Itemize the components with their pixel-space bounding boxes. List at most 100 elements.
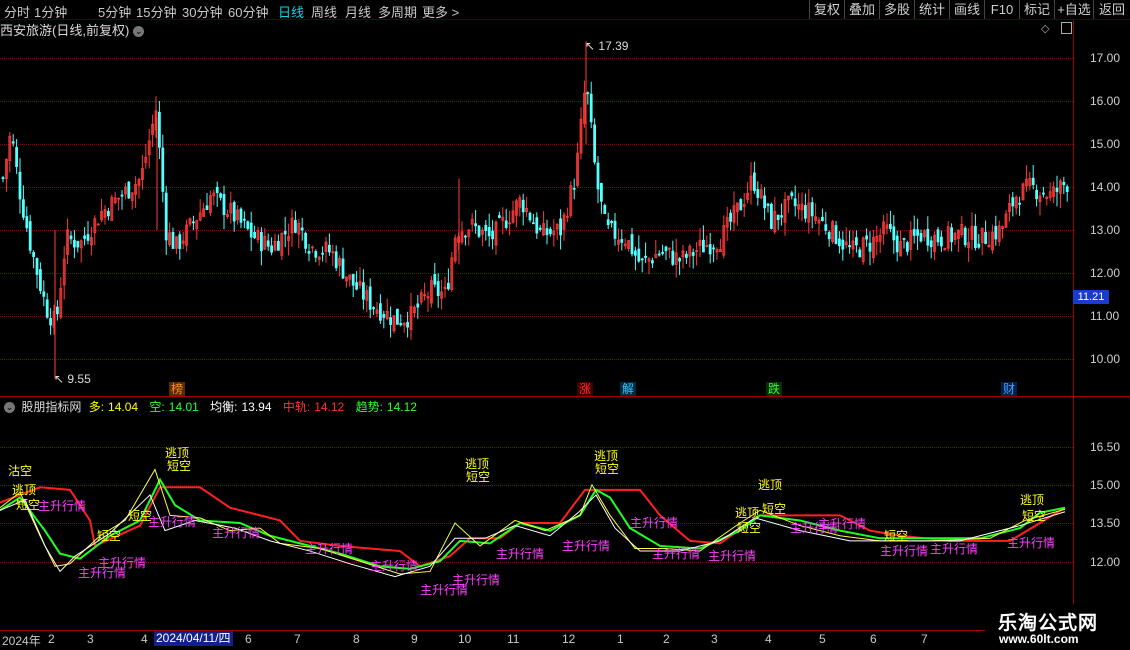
candle-body	[538, 227, 542, 230]
candle-body	[940, 236, 943, 247]
candle-body	[395, 308, 399, 325]
f10-button[interactable]: F10	[984, 0, 1019, 19]
period-tab-1min[interactable]: 1分钟	[34, 2, 67, 21]
candle-body	[266, 240, 270, 247]
event-marker-list[interactable]: 榜	[169, 382, 186, 396]
candle-body	[589, 93, 593, 123]
candle-body	[630, 234, 634, 255]
candle-body	[834, 225, 838, 244]
period-tab-5min[interactable]: 5分钟	[98, 2, 131, 21]
candle-body	[1018, 202, 1021, 205]
candle-body	[270, 245, 274, 253]
period-tab-intraday[interactable]: 分时	[4, 2, 30, 21]
candle-body	[416, 303, 420, 308]
period-tab-daily[interactable]: 日线	[278, 2, 304, 21]
candle-body	[766, 203, 770, 206]
candle-body	[178, 234, 182, 249]
candle-body	[497, 215, 501, 218]
candle-body	[929, 240, 933, 248]
candle-body	[586, 92, 590, 95]
candle-body	[341, 258, 345, 279]
candle-body	[161, 147, 165, 192]
candle-body	[895, 235, 899, 253]
event-marker-unlock[interactable]: 解	[620, 382, 637, 396]
candle-body	[399, 323, 403, 326]
signal-sell: 沽空	[8, 464, 33, 478]
period-tab-60min[interactable]: 60分钟	[228, 2, 268, 21]
x-axis-label: 9	[411, 632, 418, 646]
signal-short: 短空	[466, 470, 491, 484]
candle-body	[56, 306, 59, 315]
period-tab-15min[interactable]: 15分钟	[136, 2, 176, 21]
candle-body	[963, 227, 967, 246]
candle-body	[702, 239, 705, 253]
signal-main-rise: 主升行情	[880, 544, 929, 558]
candle-body	[739, 199, 743, 211]
candle-body	[86, 234, 90, 241]
high-price-label: ↖ 17.39	[585, 39, 629, 53]
candle-body	[120, 194, 124, 197]
overlay-button[interactable]: 叠加	[844, 0, 879, 19]
signal-main-rise: 主升行情	[148, 515, 197, 529]
signal-main-rise: 主升行情	[652, 547, 701, 561]
watermark-name: 乐淘公式网	[998, 613, 1099, 634]
candle-body	[678, 258, 681, 262]
candle-body	[436, 281, 440, 296]
restore-rights-button[interactable]: 复权	[809, 0, 844, 19]
candle-body	[232, 202, 236, 222]
candlestick-chart[interactable]	[0, 30, 1073, 395]
x-axis-label: 7	[921, 632, 928, 646]
y-axis-label: 12.00	[1090, 266, 1121, 280]
current-price-tag: 11.21	[1073, 290, 1109, 304]
signal-main-rise: 主升行情	[370, 559, 419, 573]
signal-escape: 逃顶	[12, 483, 37, 497]
signal-main-rise: 主升行情	[630, 516, 679, 530]
period-tab-weekly[interactable]: 周线	[311, 2, 337, 21]
event-marker-finance[interactable]: 财	[1001, 382, 1018, 396]
indicator-name: 股朋指标网	[21, 400, 82, 414]
period-tab-30min[interactable]: 30分钟	[182, 2, 222, 21]
candle-body	[293, 220, 297, 233]
candle-body	[865, 235, 868, 240]
x-axis-label: 6	[870, 632, 877, 646]
indicator-kong: 空: 14.01	[149, 400, 199, 414]
candle-body	[637, 248, 641, 262]
multi-stock-button[interactable]: 多股	[879, 0, 914, 19]
indicator-bar: ⌄ 股朋指标网 多: 14.04 空: 14.01 均衡: 13.94 中轨: 14.1…	[0, 398, 425, 415]
back-button[interactable]: 返回	[1093, 0, 1130, 19]
candle-body	[600, 182, 603, 202]
event-marker-limit-up[interactable]: 涨	[577, 382, 594, 396]
candle-body	[821, 216, 824, 221]
y-axis-label: 11.00	[1090, 309, 1120, 323]
signal-short: 短空	[97, 529, 122, 543]
signal-escape: 逃顶	[758, 478, 783, 492]
signal-main-rise: 主升行情	[38, 499, 87, 513]
candle-body	[382, 314, 386, 318]
candle-body	[372, 307, 376, 310]
candle-body	[433, 273, 437, 285]
candle-body	[222, 194, 226, 216]
event-marker-fall[interactable]: 跌	[766, 382, 783, 396]
draw-line-button[interactable]: 画线	[949, 0, 984, 19]
signal-short: 短空	[16, 498, 41, 512]
period-tab-multi[interactable]: 多周期	[378, 2, 417, 21]
candle-body	[753, 172, 756, 191]
candle-body	[25, 216, 29, 229]
add-favorite-button[interactable]: +自选	[1054, 0, 1093, 19]
candle-body	[606, 219, 610, 226]
candle-body	[32, 252, 35, 258]
signal-main-rise: 主升行情	[708, 549, 757, 563]
indicator-y-label: 16.50	[1090, 440, 1121, 454]
candle-body	[73, 239, 76, 248]
low-price-value: 9.55	[67, 372, 91, 386]
signal-escape: 逃顶	[465, 457, 490, 471]
candle-body	[276, 240, 280, 251]
candle-body	[487, 227, 491, 237]
mark-button[interactable]: 标记	[1019, 0, 1054, 19]
period-tab-monthly[interactable]: 月线	[345, 2, 371, 21]
period-tab-more[interactable]: 更多 >	[422, 2, 459, 21]
candle-body	[712, 247, 715, 250]
candle-body	[164, 192, 168, 241]
statistics-button[interactable]: 统计	[914, 0, 949, 19]
chevron-down-icon[interactable]: ⌄	[4, 402, 15, 413]
